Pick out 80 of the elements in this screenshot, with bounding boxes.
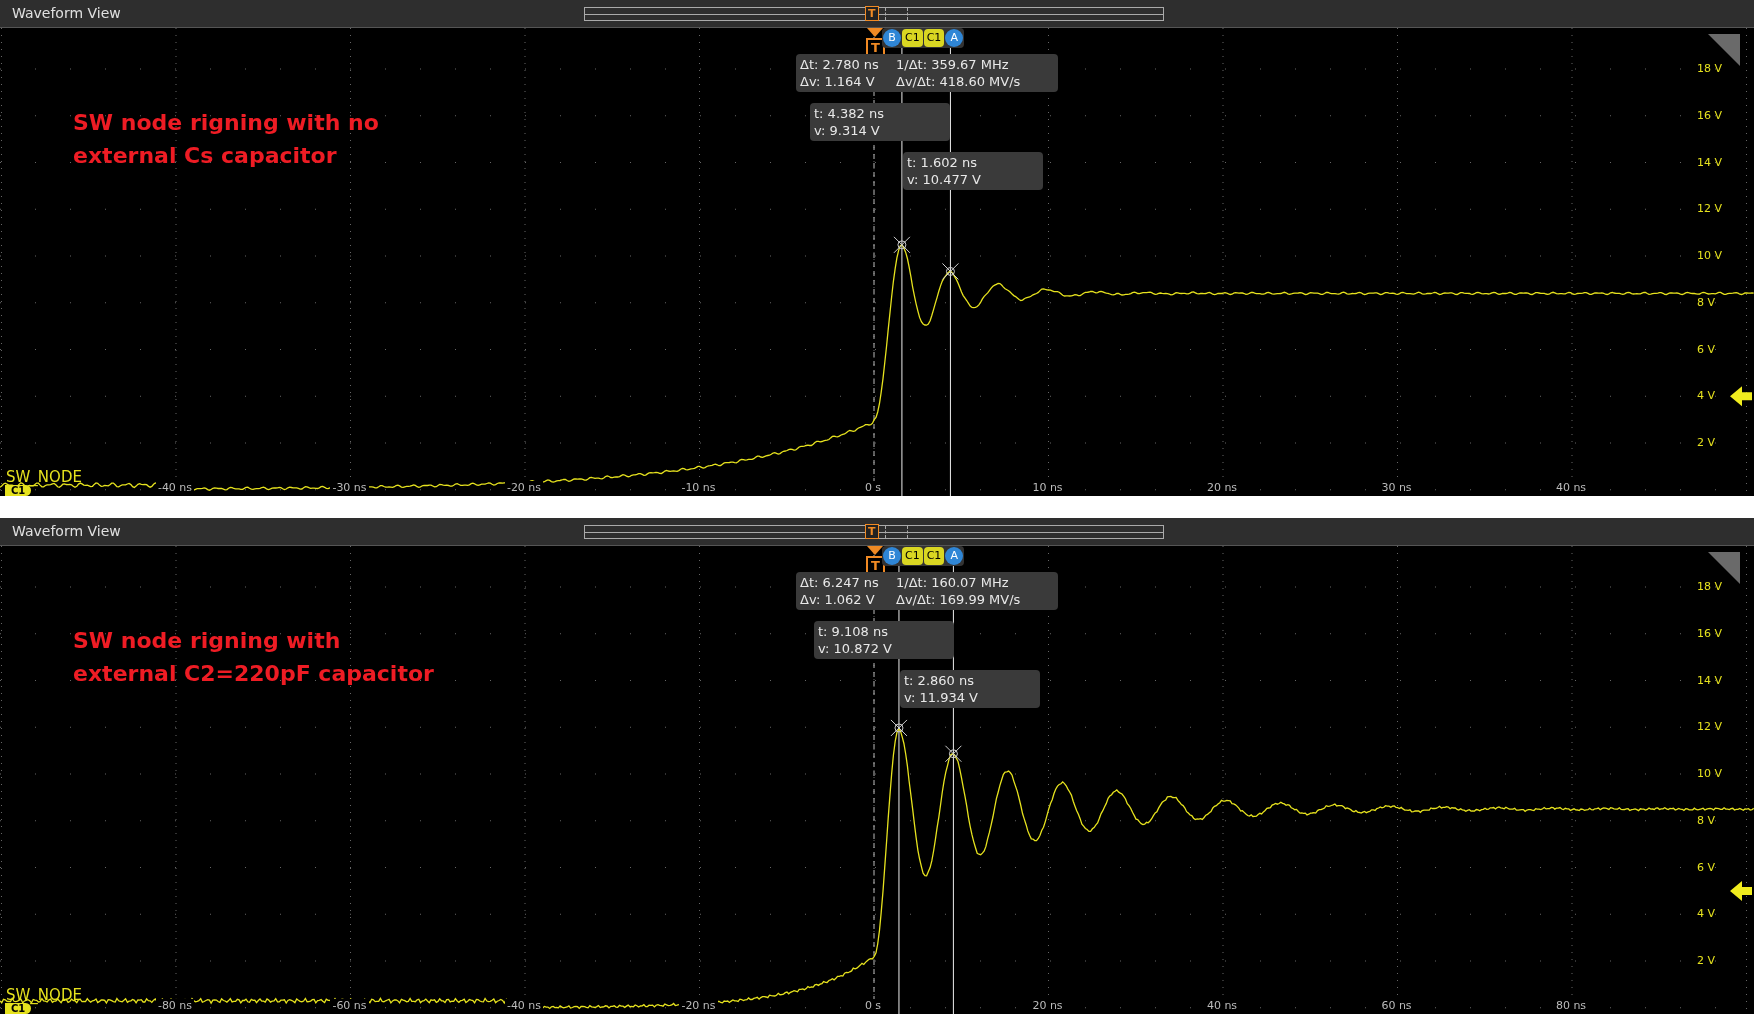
delta-voltage: Δv: 1.062 V xyxy=(800,591,876,608)
voltage-readout: v: 10.872 V xyxy=(818,640,893,657)
annotation-line: SW node rigning with xyxy=(73,627,342,655)
y-axis-label: 8 V xyxy=(1697,295,1716,309)
y-axis-label: 18 V xyxy=(1697,580,1723,593)
cursor-badge[interactable]: A xyxy=(945,29,964,47)
x-axis-label: 20 ns xyxy=(1030,999,1065,1012)
x-axis-label: -40 ns xyxy=(155,481,195,494)
x-axis-label: -40 ns xyxy=(504,999,544,1012)
timeline-overview[interactable] xyxy=(584,7,1164,21)
slew-rate: Δv/Δt: 169.99 MV/s xyxy=(896,591,1022,608)
x-axis-label: 60 ns xyxy=(1379,999,1414,1012)
delta-time: Δt: 6.247 ns xyxy=(800,574,880,591)
source-badge[interactable]: C1 xyxy=(923,547,945,565)
trigger-position-marker[interactable]: T xyxy=(865,6,879,21)
channel-name: SW_NODE xyxy=(6,469,82,485)
source-badge[interactable]: C1 xyxy=(923,29,945,47)
x-axis-label: 40 ns xyxy=(1204,999,1240,1012)
cursor-badge[interactable]: A xyxy=(945,547,964,565)
x-axis-label: -60 ns xyxy=(330,999,369,1012)
panel-title: Waveform View xyxy=(12,522,121,541)
channel-name: SW_NODE xyxy=(6,987,82,1003)
source-badge[interactable]: C1 xyxy=(902,547,923,565)
cursor-marker-icon xyxy=(893,236,911,254)
offset-arrow-icon[interactable] xyxy=(1730,386,1752,407)
x-axis-label: 20 ns xyxy=(1204,481,1240,494)
y-axis-label: 2 V xyxy=(1697,436,1716,449)
x-axis-label: -10 ns xyxy=(679,481,718,494)
channel-badge[interactable]: C1 xyxy=(5,485,32,496)
y-axis-label: 10 V xyxy=(1697,249,1723,262)
cursor-marker-icon xyxy=(890,719,908,737)
y-axis-label: 4 V xyxy=(1697,907,1716,921)
time-readout: t: 2.860 ns xyxy=(904,672,975,689)
delta-voltage: Δv: 1.164 V xyxy=(800,73,876,90)
cursor-badge[interactable]: B xyxy=(883,547,901,565)
y-axis-label: 2 V xyxy=(1697,954,1716,967)
x-axis-label: 80 ns xyxy=(1553,999,1589,1012)
x-axis-label: 0 s xyxy=(862,481,884,494)
x-axis-label: 0 s xyxy=(862,999,884,1012)
x-axis-label: 30 ns xyxy=(1379,481,1414,494)
cursor-marker-icon xyxy=(941,262,959,280)
panel-title: Waveform View xyxy=(12,4,121,23)
time-readout: t: 9.108 ns xyxy=(818,623,889,640)
y-axis-label: 8 V xyxy=(1697,813,1716,827)
annotation-line: SW node rigning with no xyxy=(73,109,379,137)
voltage-readout: v: 9.314 V xyxy=(814,122,881,139)
x-axis-label: -80 ns xyxy=(155,999,195,1012)
trigger-position-marker[interactable]: T xyxy=(865,524,879,539)
voltage-readout: v: 10.477 V xyxy=(907,171,982,188)
offset-arrow-icon[interactable] xyxy=(1730,880,1752,901)
time-readout: t: 4.382 ns xyxy=(814,105,885,122)
y-axis-label: 16 V xyxy=(1697,626,1723,640)
x-axis-label: -20 ns xyxy=(679,999,718,1012)
channel-badge[interactable]: C1 xyxy=(5,1003,32,1014)
x-axis-label: 40 ns xyxy=(1553,481,1589,494)
annotation-line: external Cs capacitor xyxy=(73,142,338,170)
slew-rate: Δv/Δt: 418.60 MV/s xyxy=(896,73,1022,90)
y-axis-label: 6 V xyxy=(1697,860,1716,874)
y-axis-label: 14 V xyxy=(1697,155,1723,169)
inverse-delta-time: 1/Δt: 359.67 MHz xyxy=(896,56,1010,73)
voltage-readout: v: 11.934 V xyxy=(904,689,979,706)
y-axis-label: 18 V xyxy=(1697,62,1723,75)
annotation-line: external C2=220pF capacitor xyxy=(73,660,434,688)
x-axis-label: -30 ns xyxy=(330,481,369,494)
x-axis-label: 10 ns xyxy=(1030,481,1065,494)
cursor-badge[interactable]: B xyxy=(883,29,901,47)
time-readout: t: 1.602 ns xyxy=(907,154,978,171)
y-axis-label: 10 V xyxy=(1697,767,1723,780)
cursor-marker-icon xyxy=(944,745,962,763)
y-axis-label: 6 V xyxy=(1697,342,1716,356)
y-axis-label: 12 V xyxy=(1697,720,1723,734)
y-axis-label: 14 V xyxy=(1697,673,1723,687)
inverse-delta-time: 1/Δt: 160.07 MHz xyxy=(896,574,1010,591)
delta-time: Δt: 2.780 ns xyxy=(800,56,880,73)
source-badge[interactable]: C1 xyxy=(902,29,923,47)
x-axis-label: -20 ns xyxy=(504,481,544,494)
y-axis-label: 4 V xyxy=(1697,389,1716,403)
y-axis-label: 12 V xyxy=(1697,202,1723,216)
timeline-overview[interactable] xyxy=(584,525,1164,539)
y-axis-label: 16 V xyxy=(1697,108,1723,122)
